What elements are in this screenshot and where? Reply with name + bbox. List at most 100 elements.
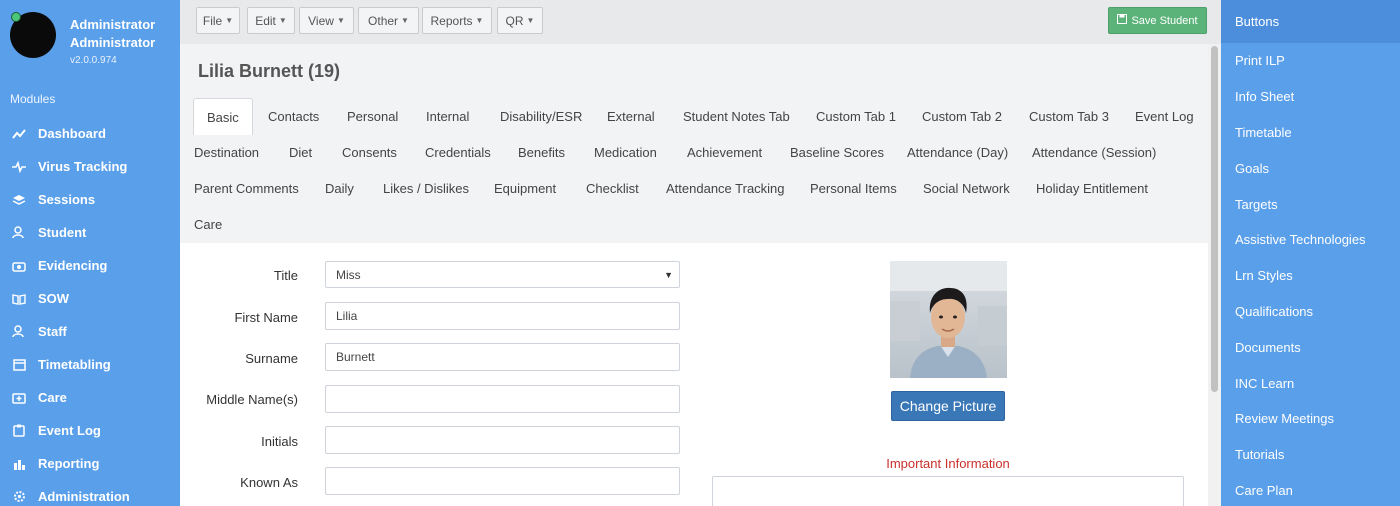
edit-menu-button[interactable]: Edit ▼: [247, 7, 295, 34]
nav-item-timetabling[interactable]: Timetabling: [0, 348, 180, 381]
tab-personal-items[interactable]: Personal Items: [810, 170, 897, 206]
nav-item-sow[interactable]: SOW: [0, 282, 180, 315]
tab-internal[interactable]: Internal: [426, 98, 469, 134]
clipboard-icon: [12, 424, 26, 438]
tab-label: Attendance Tracking: [666, 180, 785, 196]
care-plan-button[interactable]: Care Plan: [1221, 473, 1400, 506]
scrollbar-thumb[interactable]: [1211, 46, 1218, 392]
caret-down-icon: ▼: [278, 16, 287, 25]
tab-attendance-tracking[interactable]: Attendance Tracking: [666, 170, 785, 206]
nav-item-reporting[interactable]: Reporting: [0, 447, 180, 480]
main-scrollbar[interactable]: [1208, 44, 1221, 506]
qualifications-button[interactable]: Qualifications: [1221, 294, 1400, 330]
targets-button[interactable]: Targets: [1221, 186, 1400, 222]
inc-learn-button[interactable]: INC Learn: [1221, 365, 1400, 401]
nav-item-event-log[interactable]: Event Log: [0, 414, 180, 447]
lrn-styles-button[interactable]: Lrn Styles: [1221, 258, 1400, 294]
tab-personal[interactable]: Personal: [347, 98, 398, 134]
tab-achievement[interactable]: Achievement: [687, 134, 762, 170]
title-value: Miss: [336, 267, 361, 282]
tab-attendance-day[interactable]: Attendance (Day): [907, 134, 1008, 170]
qr-menu-button[interactable]: QR ▼: [497, 7, 543, 34]
tab-label: Internal: [426, 108, 470, 124]
tab-daily[interactable]: Daily: [325, 170, 354, 206]
initials-input[interactable]: [325, 426, 680, 454]
nav-item-administration[interactable]: Administration: [0, 480, 180, 506]
tab-holiday-entitlement[interactable]: Holiday Entitlement: [1036, 170, 1148, 206]
documents-button[interactable]: Documents: [1221, 329, 1400, 365]
middle-name-input[interactable]: [325, 385, 680, 413]
tab-social-network[interactable]: Social Network: [923, 170, 1010, 206]
nav-label: Event Log: [38, 423, 101, 438]
nav-label: Virus Tracking: [38, 159, 128, 174]
tab-parent-comments[interactable]: Parent Comments: [194, 170, 299, 206]
layers-icon: [12, 193, 26, 207]
tab-baseline-scores[interactable]: Baseline Scores: [790, 134, 884, 170]
tab-custom-3[interactable]: Custom Tab 3: [1029, 98, 1109, 134]
tab-label: Attendance (Session): [1032, 144, 1157, 160]
tab-diet[interactable]: Diet: [289, 134, 312, 170]
print-ilp-button[interactable]: Print ILP: [1221, 43, 1400, 79]
tab-external[interactable]: External: [607, 98, 655, 134]
tab-event-log[interactable]: Event Log: [1135, 98, 1194, 134]
tab-care[interactable]: Care: [194, 206, 222, 242]
title-select[interactable]: Miss ▼: [325, 261, 680, 288]
tab-custom-1[interactable]: Custom Tab 1: [816, 98, 896, 134]
tab-label: Credentials: [425, 144, 491, 160]
timetable-button[interactable]: Timetable: [1221, 115, 1400, 151]
tab-disability-esr[interactable]: Disability/ESR: [500, 98, 582, 134]
tab-label: Personal: [347, 108, 399, 124]
nav-item-evidencing[interactable]: Evidencing: [0, 249, 180, 282]
tab-consents[interactable]: Consents: [342, 134, 397, 170]
tab-equipment[interactable]: Equipment: [494, 170, 556, 206]
tab-medication[interactable]: Medication: [594, 134, 657, 170]
important-information-textarea[interactable]: [712, 476, 1184, 506]
view-menu-button[interactable]: View ▼: [299, 7, 354, 34]
nav-item-staff[interactable]: Staff: [0, 315, 180, 348]
tab-contacts[interactable]: Contacts: [268, 98, 319, 134]
nav-label: SOW: [38, 291, 70, 306]
tab-attendance-session[interactable]: Attendance (Session): [1032, 134, 1156, 170]
caret-down-icon: ▼: [225, 16, 234, 25]
assistive-technologies-button[interactable]: Assistive Technologies: [1221, 222, 1400, 258]
nav-label: Student: [38, 225, 87, 240]
nav-item-dashboard[interactable]: Dashboard: [0, 117, 180, 150]
tab-credentials[interactable]: Credentials: [425, 134, 491, 170]
known-as-input[interactable]: [325, 467, 680, 495]
other-menu-button[interactable]: Other ▼: [358, 7, 419, 34]
camera-icon: [12, 259, 26, 273]
tab-label: Achievement: [687, 144, 763, 160]
heartbeat-icon: [12, 160, 26, 174]
menu-label: QR: [505, 13, 524, 28]
student-photo: [890, 261, 1007, 378]
nav-label: Evidencing: [38, 258, 108, 273]
caret-down-icon: ▼: [401, 16, 409, 25]
tab-custom-2[interactable]: Custom Tab 2: [922, 98, 1002, 134]
tab-destination[interactable]: Destination: [194, 134, 259, 170]
change-picture-button[interactable]: Change Picture: [891, 391, 1005, 421]
nav-item-student[interactable]: Student: [0, 216, 180, 249]
first-name-input[interactable]: Lilia: [325, 302, 680, 330]
tab-label: Benefits: [518, 144, 565, 160]
nav-label: Reporting: [38, 456, 100, 471]
surname-input[interactable]: Burnett: [325, 343, 680, 371]
reports-menu-button[interactable]: Reports ▼: [422, 7, 492, 34]
save-student-button[interactable]: Save Student: [1108, 7, 1207, 34]
tab-checklist[interactable]: Checklist: [586, 170, 639, 206]
tab-basic[interactable]: Basic: [193, 98, 253, 135]
goals-button[interactable]: Goals: [1221, 150, 1400, 186]
review-meetings-button[interactable]: Review Meetings: [1221, 401, 1400, 437]
nav-label: Administration: [38, 489, 130, 504]
middle-name-label: Middle Name(s): [206, 392, 298, 407]
nav-label: Staff: [38, 324, 67, 339]
nav-item-care[interactable]: Care: [0, 381, 180, 414]
tutorials-button[interactable]: Tutorials: [1221, 437, 1400, 473]
info-sheet-button[interactable]: Info Sheet: [1221, 79, 1400, 115]
tab-likes-dislikes[interactable]: Likes / Dislikes: [383, 170, 469, 206]
tab-student-notes[interactable]: Student Notes Tab: [683, 98, 790, 134]
file-menu-button[interactable]: File ▼: [196, 7, 240, 34]
nav-item-sessions[interactable]: Sessions: [0, 183, 180, 216]
tab-benefits[interactable]: Benefits: [518, 134, 565, 170]
chevron-down-icon: ▼: [664, 270, 673, 280]
nav-item-virus-tracking[interactable]: Virus Tracking: [0, 150, 180, 183]
